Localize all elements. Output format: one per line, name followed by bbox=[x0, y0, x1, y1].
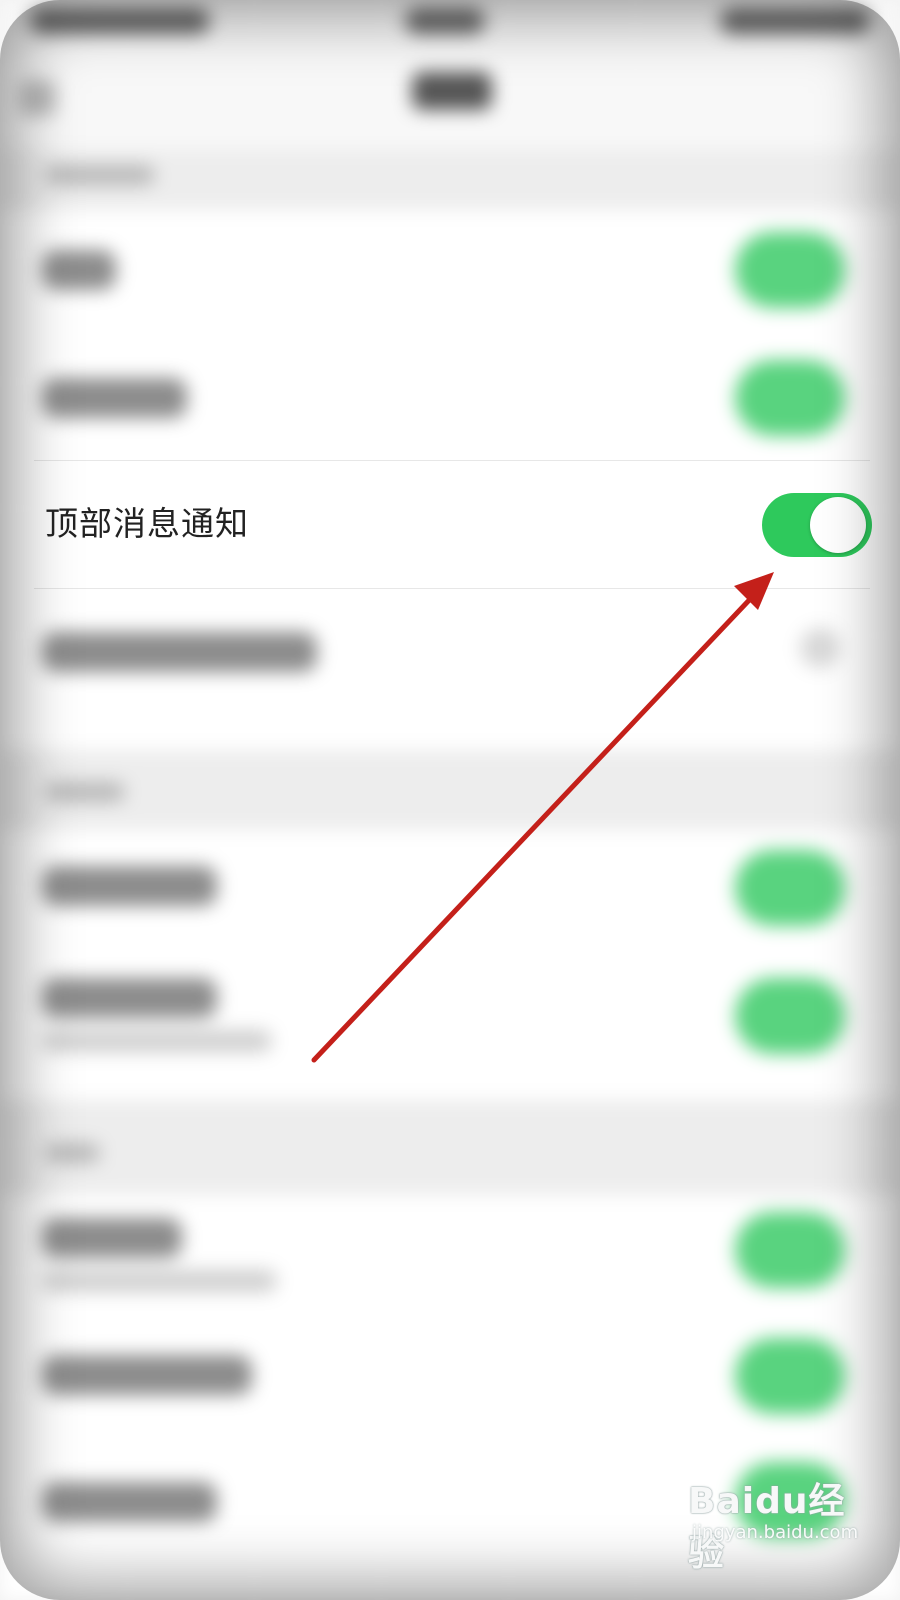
watermark-url: jingyan.baidu.com bbox=[692, 1522, 859, 1543]
arrow-shaft bbox=[311, 592, 757, 1063]
annotation-arrow bbox=[311, 572, 774, 1063]
watermark: Baidu经验 jingyan.baidu.com bbox=[688, 1472, 859, 1574]
arrow-head bbox=[734, 572, 774, 610]
